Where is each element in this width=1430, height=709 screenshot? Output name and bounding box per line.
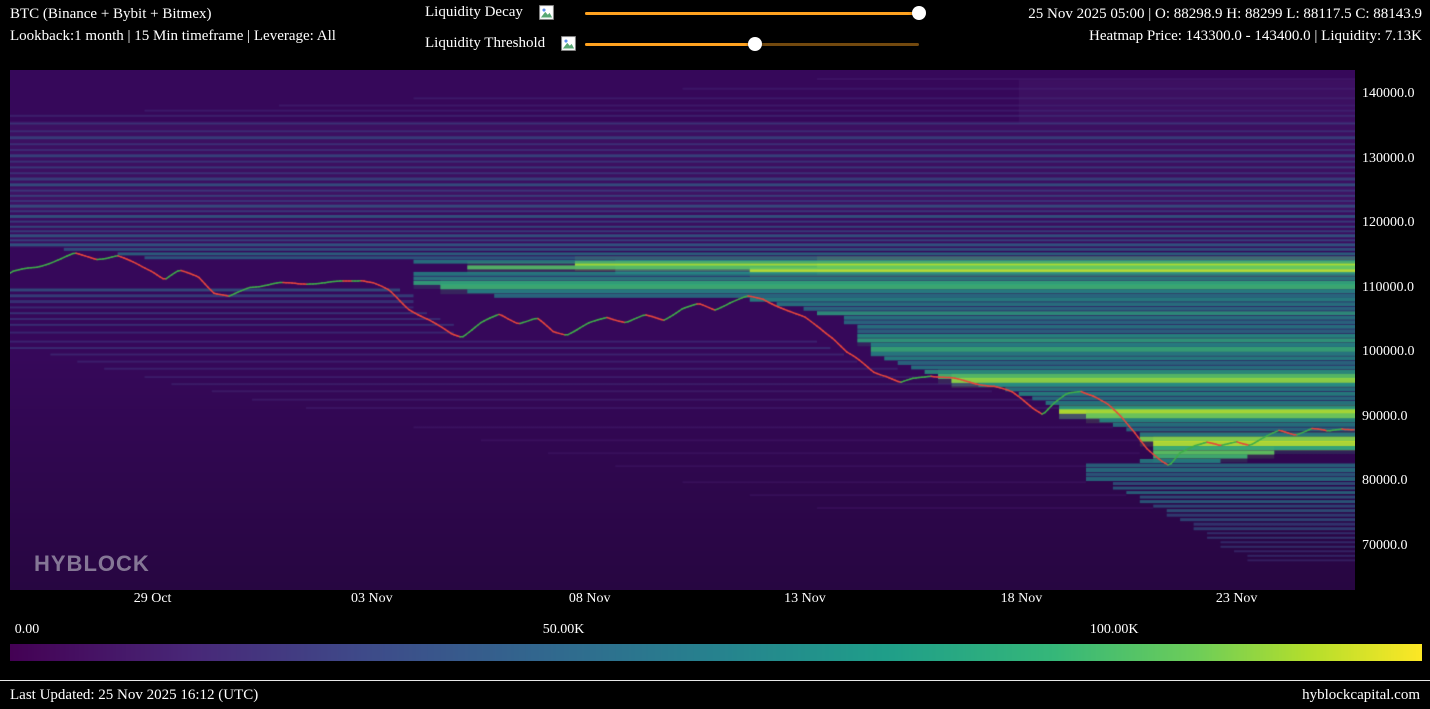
hyblock-watermark: HYBLOCK (34, 551, 150, 577)
footer: Last Updated: 25 Nov 2025 16:12 (UTC) hy… (0, 680, 1430, 709)
broken-image-icon (539, 5, 554, 20)
heatmap-cursor-info: Heatmap Price: 143300.0 - 143400.0 | Liq… (1028, 25, 1422, 47)
liquidity-threshold-label: Liquidity Threshold (425, 35, 545, 51)
y-axis-tick: 80000.0 (1362, 473, 1408, 489)
x-axis-tick: 13 Nov (784, 591, 826, 607)
liquidity-threshold-control: Liquidity Threshold (425, 34, 576, 56)
colorbar-label: 50.00K (543, 622, 585, 638)
x-axis-tick: 18 Nov (1001, 591, 1043, 607)
heatmap-canvas[interactable] (10, 70, 1355, 590)
instrument-settings: Lookback:1 month | 15 Min timeframe | Le… (10, 25, 336, 47)
liquidity-threshold-slider-handle[interactable] (748, 37, 762, 51)
y-axis-tick: 90000.0 (1362, 409, 1408, 425)
liquidity-decay-control: Liquidity Decay (425, 3, 554, 25)
liquidity-threshold-slider-fill (585, 43, 755, 46)
ohlc-info: 25 Nov 2025 05:00 | O: 88298.9 H: 88299 … (1028, 3, 1422, 47)
y-axis-tick: 140000.0 (1362, 86, 1415, 102)
x-axis-tick: 08 Nov (569, 591, 611, 607)
site-link[interactable]: hyblockcapital.com (1302, 687, 1420, 704)
instrument-title: BTC (Binance + Bybit + Bitmex) (10, 3, 336, 25)
y-axis-tick: 100000.0 (1362, 344, 1415, 360)
colorbar-label: 0.00 (15, 622, 40, 638)
colorbar-label: 100.00K (1090, 622, 1139, 638)
x-axis-tick: 03 Nov (351, 591, 393, 607)
broken-image-icon (561, 36, 576, 51)
ohlc-line: 25 Nov 2025 05:00 | O: 88298.9 H: 88299 … (1028, 3, 1422, 25)
liquidity-decay-slider-handle[interactable] (912, 6, 926, 20)
y-axis-tick: 130000.0 (1362, 151, 1415, 167)
liquidity-decay-slider-fill (585, 12, 919, 15)
liquidity-threshold-slider[interactable] (585, 43, 919, 46)
liquidation-heatmap-app: BTC (Binance + Bybit + Bitmex) Lookback:… (0, 0, 1430, 708)
x-axis-tick: 29 Oct (134, 591, 172, 607)
liquidity-decay-label: Liquidity Decay (425, 4, 523, 20)
y-axis-tick: 70000.0 (1362, 538, 1408, 554)
x-axis-tick: 23 Nov (1216, 591, 1258, 607)
last-updated-text: Last Updated: 25 Nov 2025 16:12 (UTC) (10, 687, 258, 704)
instrument-info: BTC (Binance + Bybit + Bitmex) Lookback:… (10, 3, 336, 47)
colorbar-canvas (10, 644, 1422, 661)
y-axis-tick: 110000.0 (1362, 280, 1414, 296)
y-axis-tick: 120000.0 (1362, 215, 1415, 231)
liquidity-decay-slider[interactable] (585, 12, 919, 15)
